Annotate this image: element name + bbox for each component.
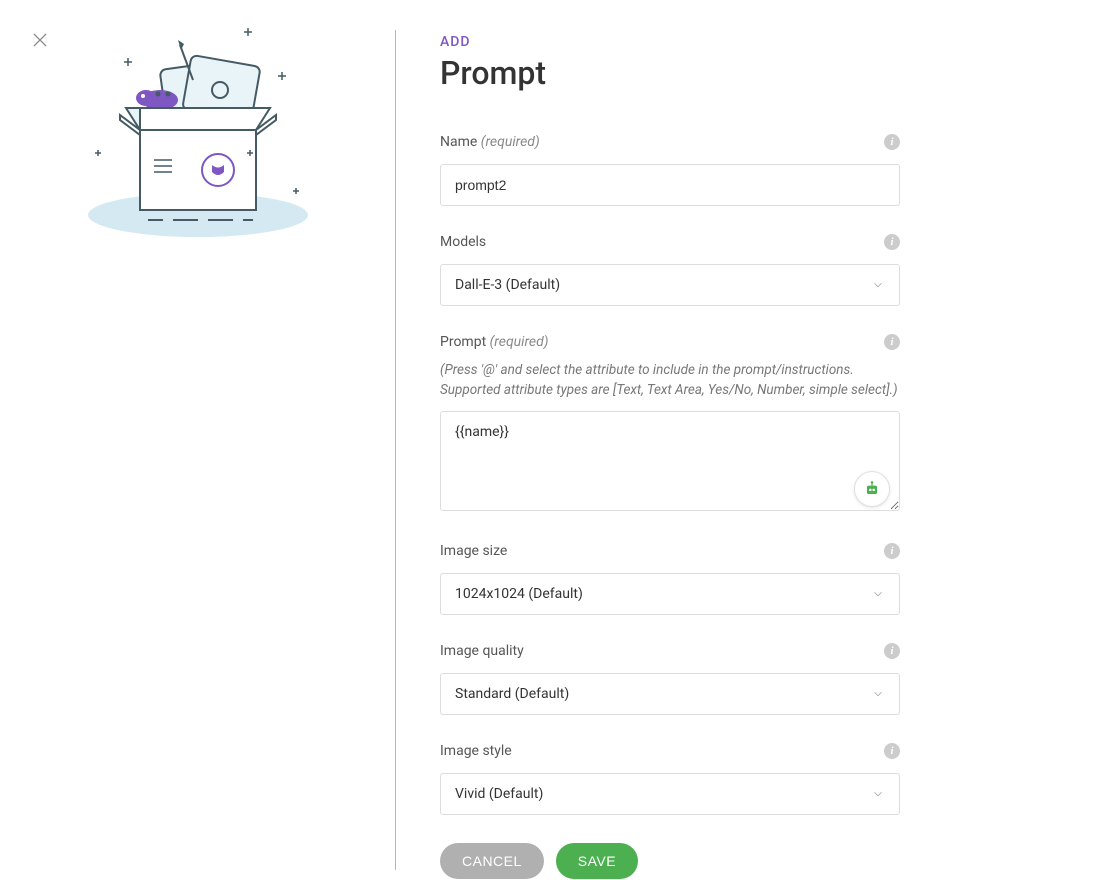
image-size-select[interactable]: 1024x1024 (Default)	[440, 573, 900, 615]
field-name: Name (required) i	[440, 134, 900, 206]
field-image-quality: Image quality i Standard (Default)	[440, 643, 900, 715]
info-icon[interactable]: i	[884, 234, 900, 250]
save-button[interactable]: SAVE	[556, 843, 638, 879]
name-input[interactable]	[440, 164, 900, 206]
ai-assist-button[interactable]	[854, 471, 890, 507]
image-size-label: Image size	[440, 543, 507, 559]
models-label: Models	[440, 234, 486, 250]
form-panel: ADD Prompt Name (required) i Models i Da…	[440, 34, 900, 879]
prompt-label-text: Prompt	[440, 334, 486, 350]
box-illustration	[68, 20, 328, 240]
prompt-required-text: (required)	[490, 334, 549, 350]
page-title: Prompt	[440, 54, 900, 92]
chevron-down-icon	[871, 787, 885, 801]
info-icon[interactable]: i	[884, 643, 900, 659]
robot-icon	[862, 479, 882, 499]
prompt-hint: (Press '@' and select the attribute to i…	[440, 360, 900, 401]
info-icon[interactable]: i	[884, 743, 900, 759]
image-quality-select[interactable]: Standard (Default)	[440, 673, 900, 715]
field-image-style: Image style i Vivid (Default)	[440, 743, 900, 815]
info-icon[interactable]: i	[884, 134, 900, 150]
info-icon[interactable]: i	[884, 543, 900, 559]
image-size-value: 1024x1024 (Default)	[455, 586, 871, 602]
info-icon[interactable]: i	[884, 334, 900, 350]
image-style-value: Vivid (Default)	[455, 786, 871, 802]
name-required-text: (required)	[481, 134, 540, 150]
models-select[interactable]: Dall-E-3 (Default)	[440, 264, 900, 306]
illustration-panel	[0, 0, 395, 880]
chevron-down-icon	[871, 278, 885, 292]
image-quality-label: Image quality	[440, 643, 524, 659]
field-prompt: Prompt (required) i (Press '@' and selec…	[440, 334, 900, 515]
button-row: CANCEL SAVE	[440, 843, 900, 879]
prompt-textarea[interactable]	[440, 411, 900, 511]
vertical-divider	[395, 30, 396, 870]
chevron-down-icon	[871, 687, 885, 701]
image-style-label: Image style	[440, 743, 512, 759]
cancel-button[interactable]: CANCEL	[440, 843, 544, 879]
name-label-text: Name	[440, 134, 477, 150]
image-quality-value: Standard (Default)	[455, 686, 871, 702]
field-image-size: Image size i 1024x1024 (Default)	[440, 543, 900, 615]
prompt-label: Prompt (required)	[440, 334, 549, 350]
image-style-select[interactable]: Vivid (Default)	[440, 773, 900, 815]
chevron-down-icon	[871, 587, 885, 601]
name-label: Name (required)	[440, 134, 540, 150]
eyebrow-label: ADD	[440, 34, 900, 50]
field-models: Models i Dall-E-3 (Default)	[440, 234, 900, 306]
models-value: Dall-E-3 (Default)	[455, 277, 871, 293]
